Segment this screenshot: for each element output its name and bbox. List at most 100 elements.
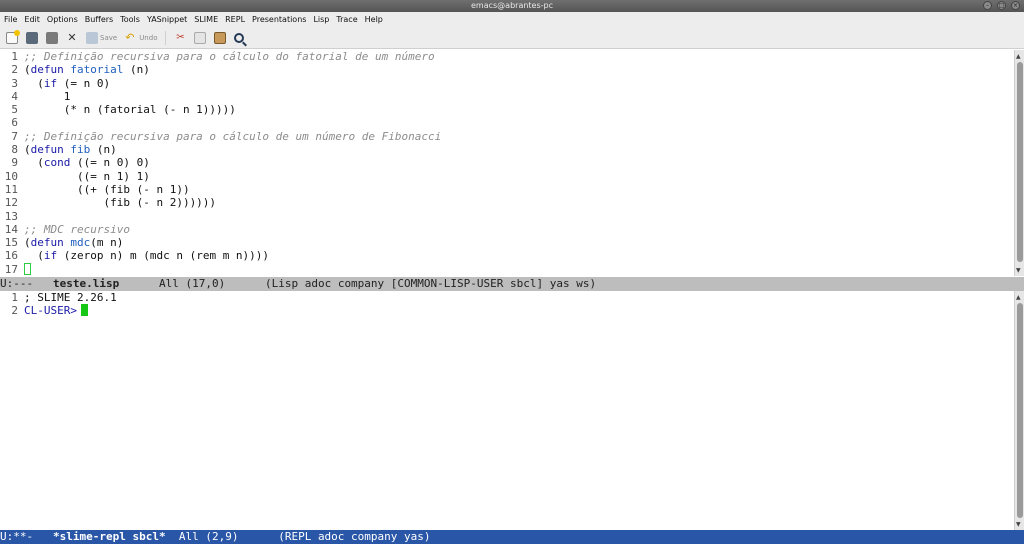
code-keyword: defun [30,143,64,157]
line-number: 13 [4,209,18,223]
kill-buffer-button[interactable]: ✕ [64,30,80,46]
paste-icon [214,31,227,44]
new-file-icon [6,29,20,44]
editor-scroll-thumb[interactable] [1017,62,1023,262]
undo-icon: ↶ [125,30,135,44]
scroll-down-arrow-icon[interactable]: ▼ [1016,268,1021,274]
modeline-repl[interactable]: U:**- *slime-repl sbcl* All (2,9) (REPL … [0,530,1024,544]
repl-cursor[interactable] [80,304,88,317]
code-text: (fib (- n 2)))))) [24,196,217,210]
code-text: (* n (fatorial (- n 1))))) [24,103,236,117]
window-titlebar: emacs@abrantes-pc – □ × [0,0,1024,12]
minibuffer[interactable] [0,544,1024,558]
code-comment: ;; Definição recursiva para o cálculo do… [24,50,435,63]
code-function-name: fib [70,143,91,157]
editor-pane[interactable]: 1 ;; Definição recursiva para o cálculo d… [0,50,1014,276]
code-text: ((+ (fib (- n 1)) [24,182,190,196]
toolbar-separator [165,30,167,45]
line-number: 7 [11,129,18,143]
code-line: 9 (cond ((= n 0) 0) [0,156,1014,169]
menu-item-file[interactable]: File [4,15,17,24]
paste-button[interactable] [212,30,228,46]
repl-prompt: CL-USER> [24,304,77,318]
menu-item-help[interactable]: Help [365,15,383,24]
menu-item-presentations[interactable]: Presentations [252,15,306,24]
menu-item-edit[interactable]: Edit [24,15,40,24]
line-number: 17 [4,262,18,276]
menu-item-options[interactable]: Options [47,15,78,24]
undo-button[interactable]: ↶ Undo [123,30,159,46]
search-icon [234,32,245,43]
code-comment: ;; Definição recursiva para o cálculo de… [24,129,442,143]
line-number: 14 [4,222,18,236]
menu-item-repl[interactable]: REPL [225,15,245,24]
close-icon: ✕ [67,30,77,44]
editor-cursor[interactable] [24,262,31,275]
code-text: (n) [123,63,150,77]
new-file-button[interactable] [4,29,20,46]
repl-pane[interactable]: 1 ; SLIME 2.26.1 2 CL-USER> [0,291,1014,530]
menu-item-buffers[interactable]: Buffers [85,15,113,24]
modeline-buffer-name[interactable]: teste.lisp [53,277,119,290]
code-line: 12 (fib (- n 2)))))) [0,196,1014,209]
code-keyword: defun [30,236,64,250]
line-number: 10 [4,169,18,183]
modeline-modes[interactable]: (Lisp adoc company [COMMON-LISP-USER sbc… [265,277,596,290]
line-number: 1 [11,291,18,304]
code-text: (m n) [90,236,124,250]
editor-scrollbar[interactable]: ▲ ▼ [1014,50,1024,276]
modeline-buffer-name[interactable]: *slime-repl sbcl* [53,530,166,543]
scroll-up-arrow-icon[interactable]: ▲ [1016,54,1021,60]
code-text: ( [24,156,44,170]
code-text: ( [24,76,44,90]
code-text: (n) [90,143,117,157]
maximize-icon[interactable]: □ [997,1,1006,10]
code-function-name: mdc [70,236,91,250]
copy-icon [194,31,207,44]
modeline-editor[interactable]: U:--- teste.lisp All (17,0) (Lisp adoc c… [0,277,1024,291]
repl-scrollbar[interactable]: ▲ ▼ [1014,291,1024,530]
menu-item-trace[interactable]: Trace [336,15,357,24]
toolbar: ✕ Save ↶ Undo ✂ [0,27,1024,49]
open-directory-icon [26,31,38,44]
line-number: 3 [11,76,18,90]
scroll-up-arrow-icon[interactable]: ▲ [1016,295,1021,301]
repl-scroll-thumb[interactable] [1017,303,1023,518]
code-line: 17 [0,262,1014,276]
code-keyword: cond [43,156,71,170]
code-text: ((= n 1) 1) [24,169,150,183]
menu-item-lisp[interactable]: Lisp [313,15,329,24]
line-number: 11 [4,182,18,196]
line-number: 8 [11,143,18,157]
menu-item-slime[interactable]: SLIME [194,15,218,24]
repl-line: 2 CL-USER> [0,304,1014,317]
search-button[interactable] [232,30,246,46]
menu-item-yasnippet[interactable]: YASnippet [147,15,187,24]
modeline-modes[interactable]: (REPL adoc company yas) [278,530,430,543]
line-number: 16 [4,249,18,263]
modeline-position: All (17,0) [158,277,226,290]
code-line: 13 [0,210,1014,223]
scissors-icon: ✂ [176,31,185,43]
cut-button[interactable]: ✂ [172,30,188,46]
code-line: 16 (if (zerop n) m (mdc n (rem m n)))) [0,249,1014,262]
save-disk-button[interactable] [44,30,60,46]
line-number: 2 [11,63,18,77]
line-number: 15 [4,236,18,250]
open-directory-button[interactable] [24,30,40,46]
close-window-icon[interactable]: × [1011,1,1020,10]
code-keyword: defun [30,63,64,77]
code-line: 5 (* n (fatorial (- n 1))))) [0,103,1014,116]
save-button[interactable]: Save [84,30,119,46]
repl-banner: ; SLIME 2.26.1 [24,291,117,304]
copy-button[interactable] [192,30,208,46]
code-text: ( [24,236,31,250]
code-line: 6 [0,116,1014,129]
minimize-icon[interactable]: – [983,1,992,10]
code-function-name: fatorial [70,63,124,77]
menu-item-tools[interactable]: Tools [120,15,140,24]
modeline-status: U:--- [0,277,34,290]
scroll-down-arrow-icon[interactable]: ▼ [1016,522,1021,528]
modeline-status: U:**- [0,530,34,543]
code-line: 3 (if (= n 0) [0,77,1014,90]
